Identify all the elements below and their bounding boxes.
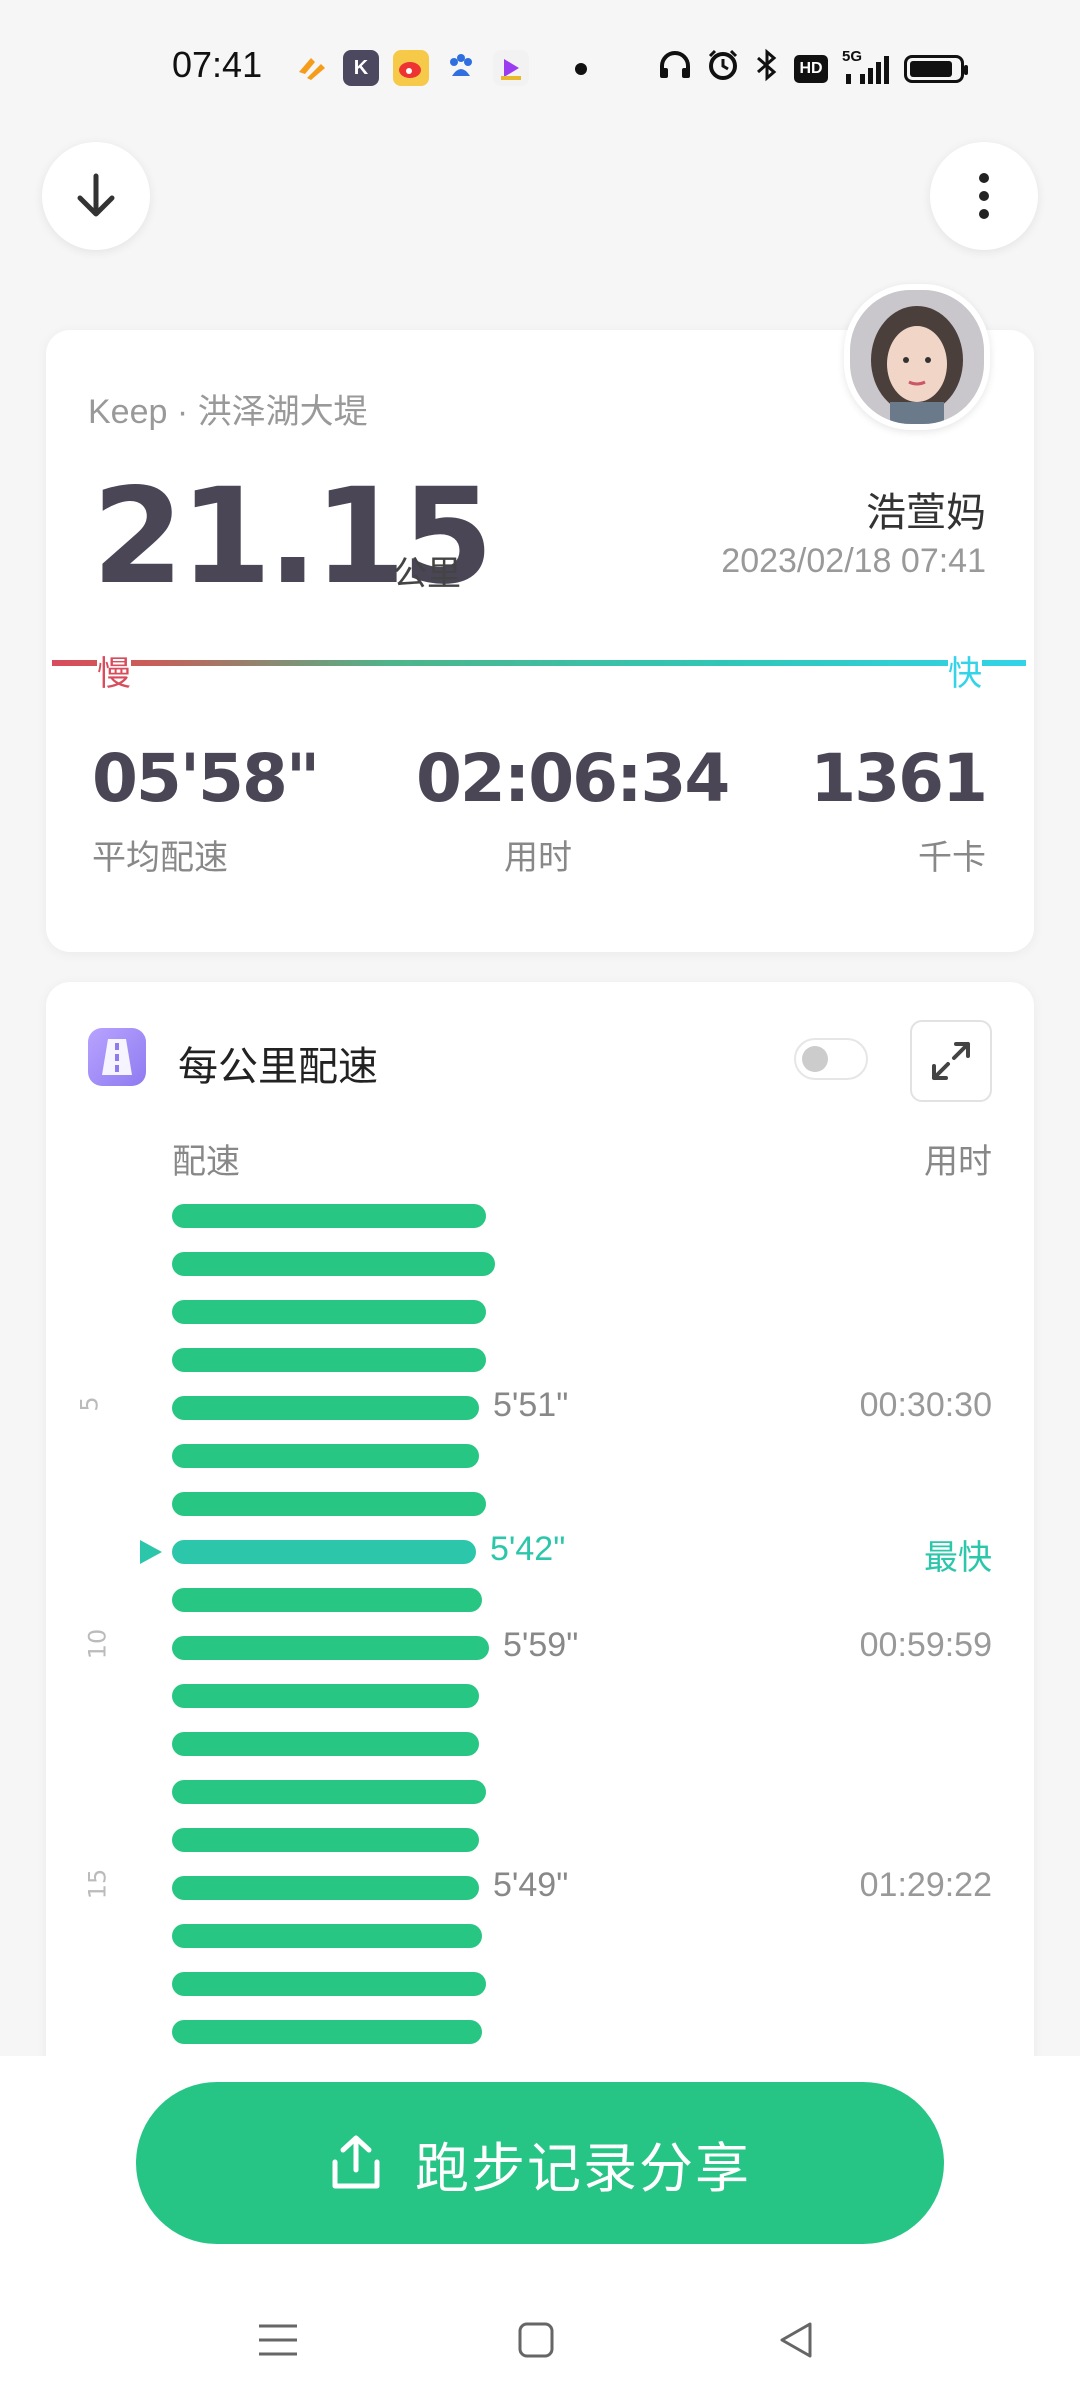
status-bar: 07:41 K HD 5G [0,0,1080,130]
time-label-km-8: 最快 [924,1539,992,1577]
pace-bar-km-5 [172,1396,479,1420]
pace-bar-km-12 [172,1732,479,1756]
pace-label-km-15: 5'49" [493,1866,569,1904]
pace-bar-km-18 [172,2020,482,2044]
fast-label: 快 [948,646,982,695]
hd-icon: HD [794,55,828,83]
5g-signal-icon: 5G [842,48,890,86]
avatar[interactable] [844,284,990,430]
km-marker-15: 15 [83,1868,112,1900]
huawei-health-icon [293,50,329,86]
bluetooth-icon [754,48,780,90]
system-status-icons: HD 5G [658,48,968,90]
pace-toggle[interactable] [794,1038,868,1080]
k-app-icon: K [343,50,379,86]
run-datetime: 2023/02/18 07:41 [721,542,986,580]
expand-icon [932,1042,970,1080]
notification-dot [575,63,587,75]
pace-bar-km-6 [172,1444,479,1468]
pace-bar-km-13 [172,1780,486,1804]
pace-label-km-5: 5'51" [493,1386,569,1424]
distance-unit: 公里 [393,554,461,594]
username: 浩萱妈 [866,490,986,536]
pace-bar-km-11 [172,1684,479,1708]
weibo-icon [393,50,429,86]
pace-card-title: 每公里配速 [178,1044,378,1090]
time-column-header: 用时 [924,1142,992,1182]
pace-bar-km-17 [172,1972,486,1996]
pace-label-km-10: 5'59" [503,1626,579,1664]
pace-bar-km-3 [172,1300,486,1324]
pace-column-header: 配速 [172,1142,240,1182]
avg-pace-value: 05'58" [92,740,320,817]
pace-bar-km-9 [172,1588,482,1612]
activity-source: Keep · 洪泽湖大堤 [88,393,368,431]
baidu-icon [443,50,479,86]
time-label-km-10: 00:59:59 [859,1626,992,1664]
duration-value: 02:06:34 [416,740,730,817]
expand-button[interactable] [910,1020,992,1102]
download-button[interactable] [42,142,150,250]
slow-label: 慢 [97,646,131,695]
share-run-button[interactable]: 跑步记录分享 [136,2082,944,2244]
pace-bar-km-2 [172,1252,495,1276]
fastest-marker-icon [140,1540,162,1564]
back-nav-button[interactable] [766,2310,826,2370]
share-run-label: 跑步记录分享 [415,2136,751,2200]
calories-label: 千卡 [918,838,986,878]
pace-gradient-scale [52,660,1026,666]
duration-label: 用时 [504,838,572,878]
pace-bar-km-15 [172,1876,479,1900]
time-label-km-15: 01:29:22 [859,1866,992,1904]
pace-bar-km-7 [172,1492,486,1516]
system-nav-bar [0,2290,1080,2400]
home-square-icon [518,2322,554,2358]
share-upload-icon [332,2135,380,2189]
menu-icon [259,2324,297,2356]
home-nav-button[interactable] [506,2310,566,2370]
back-triangle-icon [780,2322,812,2358]
pace-bar-km-16 [172,1924,482,1948]
time-label-km-5: 00:30:30 [859,1386,992,1424]
pace-bar-km-14 [172,1828,479,1852]
pace-bar-km-4 [172,1348,486,1372]
km-marker-10: 10 [83,1628,112,1660]
calories-value: 1361 [810,740,988,817]
more-vertical-icon [979,173,989,219]
more-options-button[interactable] [930,142,1038,250]
status-time: 07:41 [172,44,263,85]
headphones-icon [658,50,692,88]
pace-bar-km-8 [172,1540,476,1564]
avg-pace-label: 平均配速 [92,838,228,878]
km-marker-5: 5 [75,1396,104,1412]
pace-bar-km-1 [172,1204,486,1228]
video-app-icon [493,50,529,86]
notification-app-icons: K [293,50,529,86]
per-km-pace-card: 每公里配速 配速 用时 5'51" 00:30:30 5'42" 最快 5'59" 00:… [46,982,1034,2082]
pace-bar-km-10 [172,1636,489,1660]
alarm-icon [706,48,740,90]
pace-label-km-8: 5'42" [490,1530,566,1568]
arrow-down-icon [77,173,115,217]
pace-road-icon [88,1028,146,1086]
battery-icon [904,55,968,83]
menu-nav-button[interactable] [248,2310,308,2370]
